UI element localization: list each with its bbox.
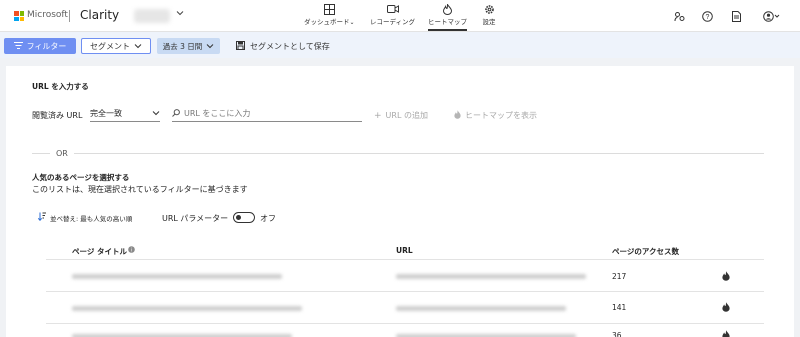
save-segment-button[interactable]: セグメントとして保存 (236, 38, 330, 54)
sort-icon (37, 212, 46, 223)
svg-text:?: ? (705, 14, 709, 21)
nav-settings[interactable]: 設定 (482, 3, 496, 31)
microsoft-label: Microsoft (27, 10, 68, 20)
top-bar: Microsoft Clarity ダッシュボード⌄ レコーディング ヒートマッ… (0, 0, 800, 32)
app-title[interactable]: Clarity (80, 8, 119, 22)
search-icon (172, 108, 180, 119)
popular-section-description: このリストは、現在選択されているフィルターに基づきます (32, 185, 248, 194)
divider-left (32, 153, 50, 154)
info-icon[interactable]: i (128, 246, 135, 255)
heatmap-selection-panel: URL を入力する 閲覧済み URL 完全一致 URL をここに入力 + URL… (6, 66, 794, 337)
account-icon[interactable] (762, 9, 782, 23)
segment-dropdown[interactable]: セグメント (81, 38, 151, 54)
url-input-placeholder: URL をここに入力 (184, 109, 251, 118)
filter-button-label: フィルター (26, 41, 67, 51)
plus-icon: + (374, 110, 382, 121)
url-parameter-toggle[interactable] (233, 212, 255, 223)
filter-button[interactable]: フィルター (4, 38, 76, 54)
flame-icon (454, 110, 461, 121)
page-title-cell (72, 274, 282, 279)
flame-icon[interactable] (722, 302, 730, 312)
add-url-label: URL の追加 (385, 111, 428, 120)
date-range-label: 過去 3 日間 (162, 41, 203, 51)
page-title-cell (72, 306, 302, 311)
chevron-down-icon (206, 42, 214, 51)
nav-heatmaps-label: ヒートマップ (428, 18, 467, 26)
flame-icon[interactable] (722, 271, 730, 281)
visits-cell: 217 (612, 272, 627, 281)
flame-icon[interactable] (722, 330, 730, 337)
save-segment-label: セグメントとして保存 (250, 41, 330, 51)
sort-label: 並べ替え: 最も人気の高い順 (50, 214, 133, 223)
nav-dashboard-label: ダッシュボード⌄ (304, 18, 355, 26)
gear-icon (482, 3, 496, 15)
chevron-down-icon[interactable] (175, 8, 185, 21)
toggle-state-label: オフ (260, 214, 276, 223)
viewed-url-label: 閲覧済み URL (32, 111, 83, 120)
svg-text:i: i (131, 248, 132, 253)
url-cell (396, 306, 566, 311)
chevron-down-icon (134, 42, 142, 51)
nav-recordings[interactable]: レコーディング (370, 3, 415, 31)
nav-heatmaps[interactable]: ヒートマップ (428, 3, 467, 31)
help-icon[interactable]: ? (700, 9, 714, 23)
nav-recordings-label: レコーディング (370, 18, 416, 26)
url-cell (396, 274, 586, 279)
url-section-title: URL を入力する (32, 82, 89, 91)
url-input[interactable]: URL をここに入力 (172, 108, 362, 122)
save-icon (236, 40, 245, 52)
popular-section-title: 人気のあるページを選択する (32, 173, 130, 182)
nav-dashboard[interactable]: ダッシュボード⌄ (304, 3, 355, 31)
header-divider (69, 10, 70, 22)
dashboard-icon (322, 3, 336, 15)
toggle-knob (235, 214, 241, 220)
heatmap-icon (441, 3, 455, 15)
segment-label: セグメント (90, 41, 130, 51)
visits-cell: 141 (612, 303, 627, 312)
col-header-visits[interactable]: ページのアクセス数 (612, 246, 679, 257)
share-icon[interactable] (672, 9, 686, 23)
sort-button[interactable]: 並べ替え: 最も人気の高い順 (37, 212, 133, 223)
show-heatmap-label: ヒートマップを表示 (465, 111, 537, 120)
add-url-button[interactable]: + URL の追加 (374, 110, 428, 121)
chevron-down-icon (152, 109, 160, 118)
project-selector[interactable] (134, 9, 170, 23)
col-header-page-title[interactable]: ページ タイトル (72, 246, 127, 257)
col-header-url[interactable]: URL (396, 246, 413, 255)
microsoft-logo-icon (14, 11, 24, 21)
visits-cell: 36 (612, 331, 622, 337)
divider-right (74, 153, 764, 154)
nav-settings-label: 設定 (482, 18, 496, 26)
url-parameter-label: URL パラメーター (162, 214, 229, 223)
match-type-dropdown[interactable]: 完全一致 (90, 108, 160, 122)
filter-icon (13, 41, 23, 51)
date-range-dropdown[interactable]: 過去 3 日間 (157, 38, 220, 54)
match-type-value: 完全一致 (90, 109, 122, 118)
recording-icon (386, 3, 400, 15)
show-heatmap-button[interactable]: ヒートマップを表示 (454, 110, 537, 121)
or-label: OR (56, 149, 68, 158)
document-icon[interactable] (729, 9, 743, 23)
toolbar: フィルター セグメント 過去 3 日間 セグメントとして保存 (0, 32, 800, 58)
